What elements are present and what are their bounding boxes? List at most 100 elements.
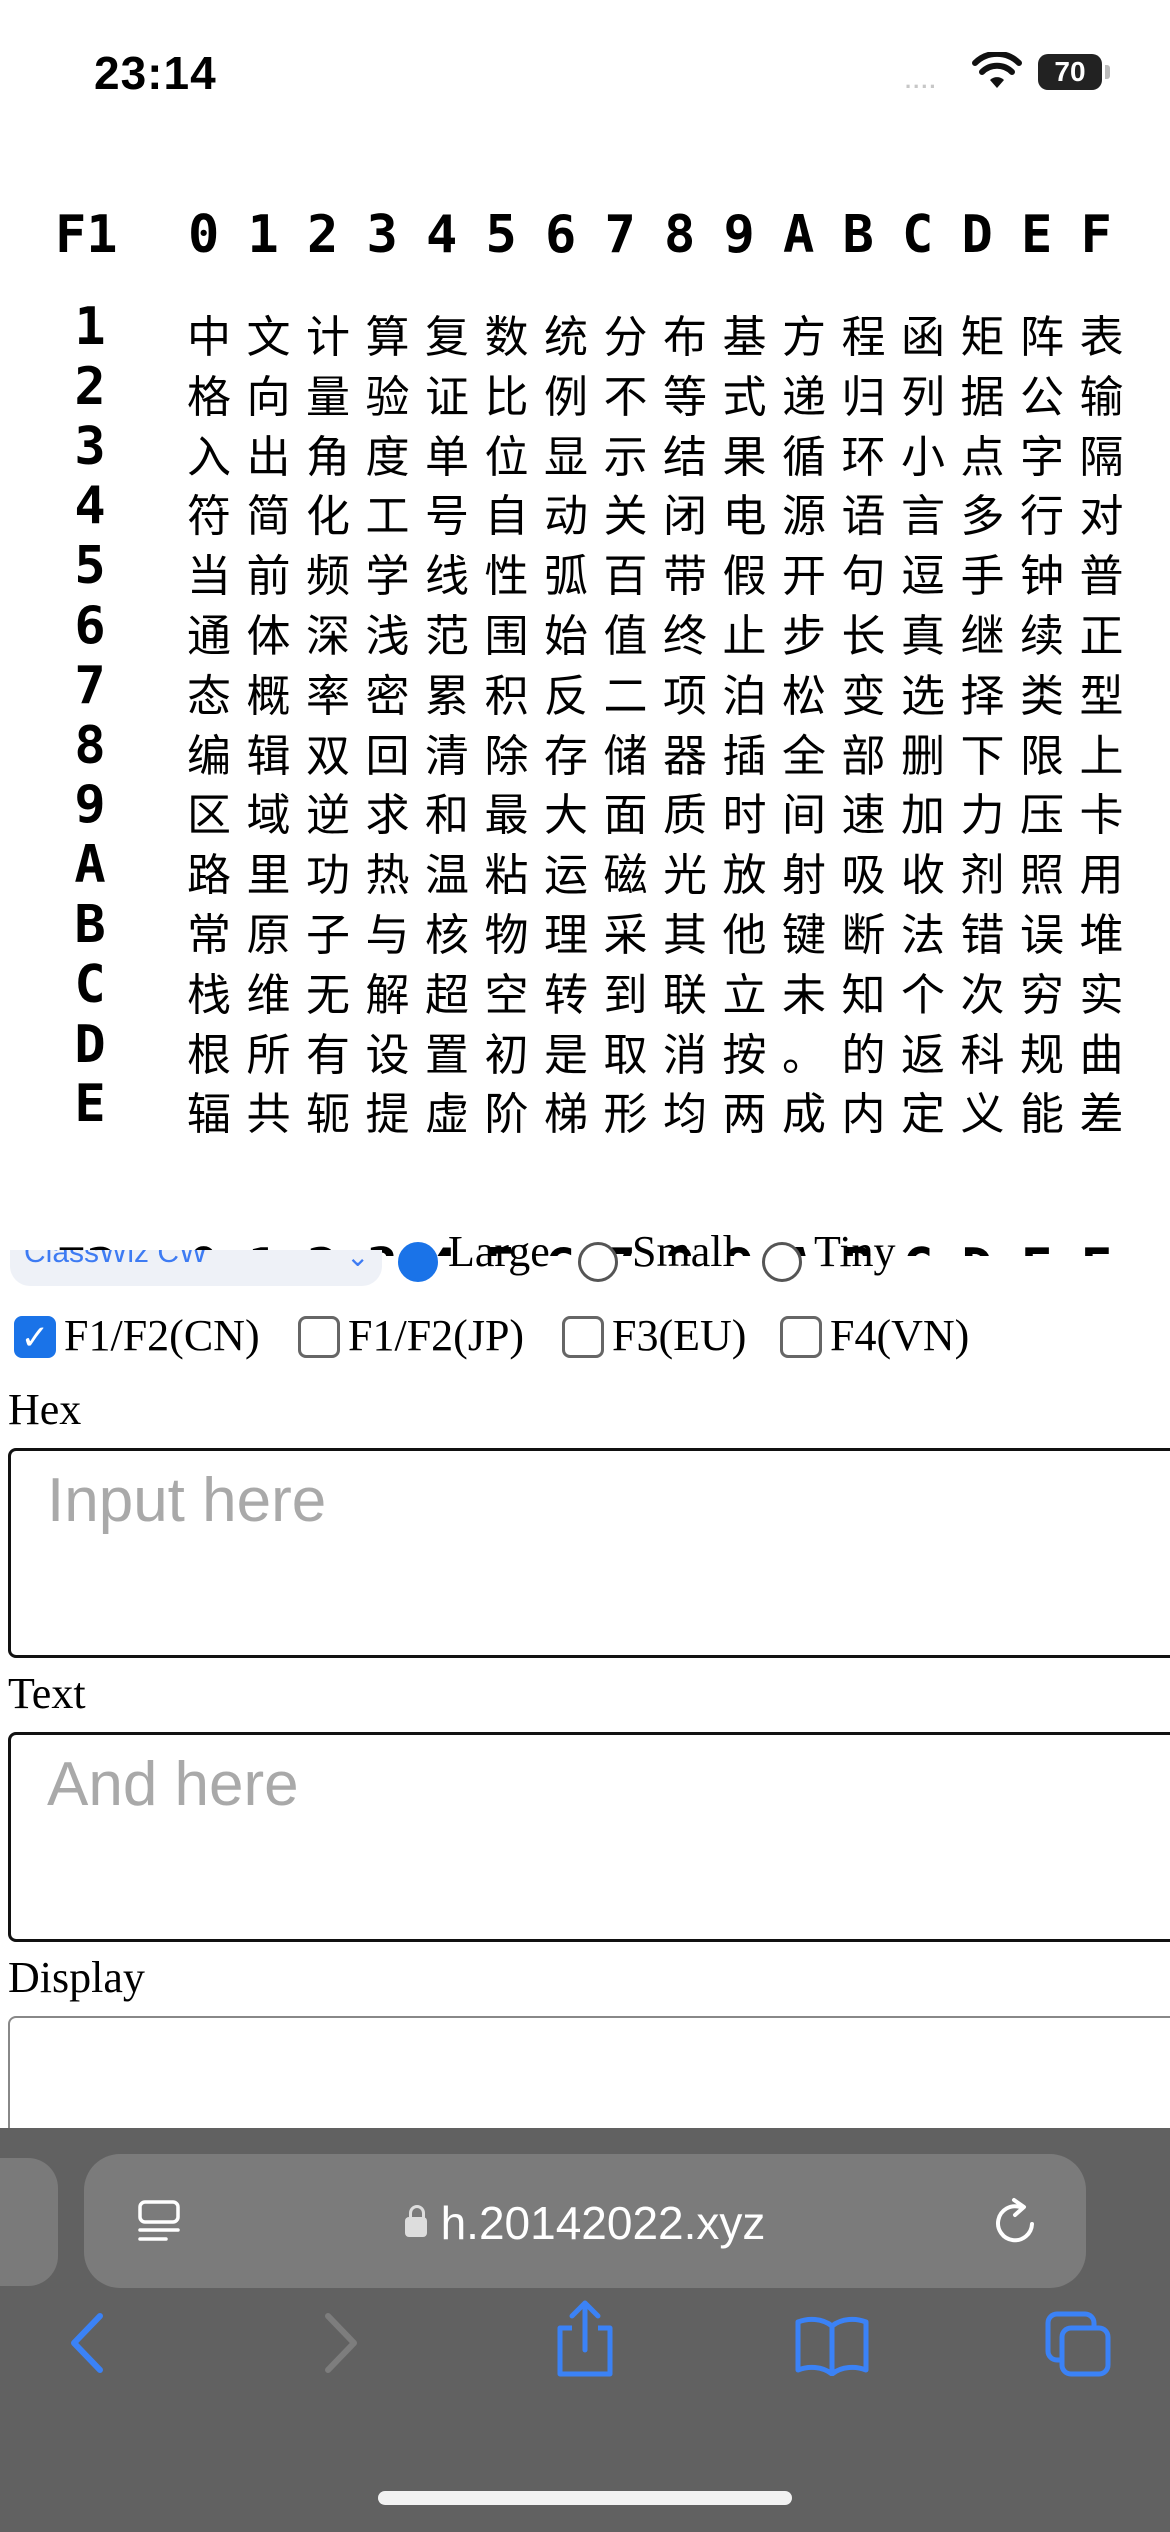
character-cell: 止	[722, 611, 767, 662]
character-cell: 清	[425, 730, 469, 782]
character-cell: 物	[484, 910, 529, 961]
character-cell: 差	[1079, 1089, 1124, 1141]
character-cell: 择	[960, 670, 1005, 722]
character-cell: 类	[1020, 670, 1064, 722]
character-cell: 列	[901, 371, 945, 423]
font-cn-checkbox[interactable]: ✓	[14, 1316, 56, 1358]
column-header: D	[961, 205, 993, 265]
size-large-radio[interactable]	[398, 1242, 438, 1282]
character-cell: 字	[1020, 431, 1064, 483]
character-cell: 范	[425, 611, 469, 662]
character-cell: 归	[841, 371, 886, 423]
size-tiny-radio[interactable]	[762, 1242, 802, 1282]
character-cell: 结	[663, 431, 707, 483]
row-header: 2	[74, 356, 106, 417]
character-cell: 自	[484, 491, 529, 543]
status-bar: 23:14 .... 70	[0, 0, 1170, 140]
character-cell: 弧	[544, 551, 588, 603]
character-cell: 时	[722, 790, 767, 842]
text-input[interactable]	[8, 1732, 1170, 1942]
character-cell: 复	[425, 312, 469, 363]
character-cell: 电	[722, 491, 767, 543]
character-cell: 源	[782, 491, 826, 543]
next-column-header: F	[1081, 1238, 1112, 1256]
column-header: 8	[664, 205, 696, 265]
size-small-label: Small	[632, 1227, 735, 1276]
character-cell: 中	[187, 312, 231, 363]
character-cell: 频	[306, 551, 350, 603]
character-cell: 数	[484, 312, 529, 363]
character-cell: 终	[663, 611, 707, 662]
address-bar[interactable]: h.20142022.xyz	[84, 2154, 1086, 2288]
character-cell: 化	[306, 491, 350, 543]
character-cell: 共	[246, 1089, 291, 1141]
character-cell: 语	[841, 491, 886, 543]
character-cell: 设	[365, 1029, 410, 1081]
font-vn-checkbox[interactable]	[780, 1316, 822, 1358]
tabs-icon[interactable]	[1044, 2310, 1114, 2380]
character-cell: 规	[1020, 1029, 1064, 1081]
font-vn-label: F4(VN)	[830, 1311, 970, 1360]
character-cell: 变	[841, 670, 886, 722]
browser-toolbar: h.20142022.xyz	[0, 2128, 1170, 2532]
character-cell: 实	[1079, 969, 1124, 1021]
column-header: 2	[307, 205, 339, 265]
column-header: 5	[485, 205, 517, 265]
character-cell: 二	[603, 670, 648, 722]
font-eu-checkbox[interactable]	[562, 1316, 604, 1358]
character-cell: 子	[306, 910, 350, 961]
character-cell: 内	[841, 1089, 886, 1141]
lock-icon	[404, 2205, 427, 2237]
character-cell: 定	[901, 1089, 945, 1141]
character-cell: 真	[901, 611, 945, 662]
character-cell: 提	[365, 1089, 410, 1141]
character-cell: 值	[603, 611, 648, 662]
size-small-radio[interactable]	[578, 1242, 618, 1282]
character-cell: 矩	[960, 312, 1005, 363]
character-cell: 梯	[544, 1089, 588, 1141]
home-indicator	[378, 2491, 792, 2505]
character-cell: 例	[544, 371, 588, 423]
row-header: D	[74, 1014, 106, 1075]
hex-input[interactable]	[8, 1448, 1170, 1658]
character-cell: 统	[544, 312, 588, 363]
character-cell: 性	[484, 551, 529, 603]
character-cell: 常	[187, 910, 231, 961]
bookmarks-icon[interactable]	[794, 2314, 870, 2376]
character-cell: 证	[425, 371, 469, 423]
reload-icon[interactable]	[992, 2196, 1040, 2246]
character-cell: 用	[1079, 850, 1124, 902]
character-cell: 开	[782, 551, 826, 603]
character-cell: 闭	[663, 491, 707, 543]
column-header: E	[1021, 205, 1053, 265]
character-cell: 超	[425, 969, 469, 1021]
row-header: 1	[74, 297, 106, 357]
character-cell: 言	[901, 491, 945, 543]
back-icon[interactable]	[66, 2308, 110, 2378]
model-select[interactable]: ClassWiz CW ⌄	[10, 1250, 382, 1286]
character-cell: 理	[544, 910, 588, 961]
character-cell: 解	[365, 969, 410, 1021]
character-cell: 假	[722, 551, 767, 603]
character-cell: 粘	[484, 850, 529, 902]
character-cell: 删	[901, 730, 945, 782]
column-header: C	[902, 205, 934, 265]
character-cell: 量	[306, 371, 350, 423]
character-cell: 初	[484, 1029, 529, 1081]
previous-tab-preview[interactable]	[0, 2158, 58, 2286]
character-cell: 小	[901, 431, 945, 483]
character-cell: 错	[960, 910, 1005, 961]
character-cell: 有	[306, 1029, 350, 1081]
url-display[interactable]: h.20142022.xyz	[84, 2196, 1086, 2250]
forward-icon[interactable]	[318, 2308, 362, 2378]
wifi-icon	[972, 52, 1022, 88]
character-cell: 输	[1079, 371, 1124, 423]
character-cell: 能	[1020, 1089, 1064, 1141]
column-header: 3	[366, 205, 398, 265]
row-header: E	[74, 1074, 106, 1135]
share-icon[interactable]	[552, 2298, 618, 2380]
font-jp-checkbox[interactable]	[298, 1316, 340, 1358]
character-cell: 出	[246, 431, 291, 483]
character-cell: 与	[365, 910, 410, 961]
hex-label: Hex	[8, 1385, 82, 1434]
